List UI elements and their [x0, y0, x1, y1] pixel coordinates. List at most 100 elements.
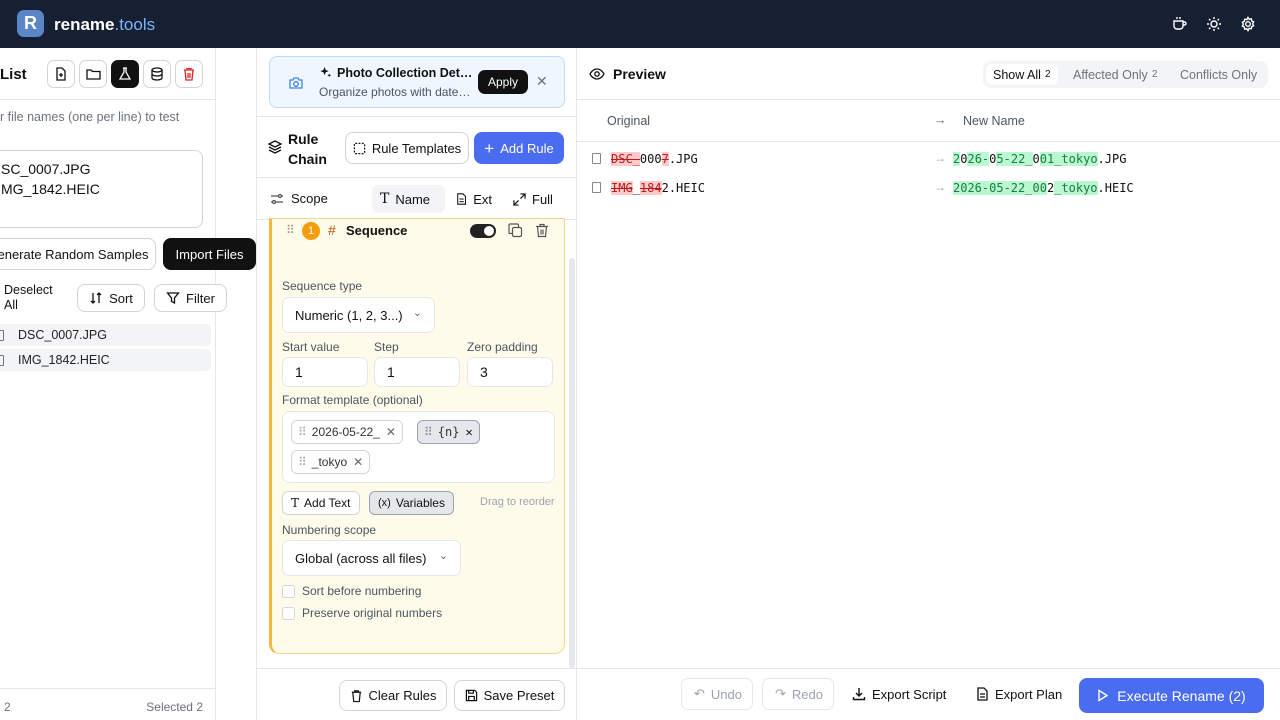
undo-button[interactable]: ↶ Undo — [681, 678, 753, 710]
clear-rules-button[interactable]: Clear Rules — [339, 680, 447, 711]
app-name-tld: .tools — [114, 15, 156, 34]
rule-enabled-toggle[interactable] — [470, 224, 496, 238]
selected-count: Selected 2 — [146, 700, 203, 714]
scope-name-label: Name — [395, 191, 431, 207]
export-plan-button[interactable]: Export Plan — [964, 678, 1074, 710]
removed-segment: 7 — [661, 152, 669, 166]
preserve-numbers-checkbox[interactable] — [282, 607, 295, 620]
format-template-label: Format template (optional) — [282, 393, 423, 407]
execute-rename-label: Execute Rename (2) — [1117, 687, 1246, 704]
sort-before-checkbox[interactable] — [282, 585, 295, 598]
preview-panel: Preview Show All 2 Affected Only 2 Conflic… — [577, 48, 1280, 720]
save-preset-button[interactable]: Save Preset — [454, 680, 565, 711]
text-type-icon: T — [380, 191, 390, 207]
banner-subtitle: Organize photos with date… — [319, 85, 471, 99]
deselect-label-2: All — [4, 298, 18, 312]
filter-icon — [166, 292, 180, 305]
template-variable-chip[interactable]: ⠿ {n} ✕ — [417, 420, 480, 444]
rule-templates-button[interactable]: Rule Templates — [345, 132, 469, 164]
remove-chip-icon[interactable]: ✕ — [353, 455, 363, 469]
deselect-all-button[interactable]: Deselect All — [4, 283, 53, 313]
template-chip[interactable]: ⠿ _tokyo ✕ — [291, 450, 371, 474]
redo-icon: ↷ — [775, 686, 786, 701]
generate-samples-label: enerate Random Samples — [0, 246, 149, 262]
test-mode-button[interactable] — [111, 60, 139, 88]
template-icon — [353, 142, 366, 154]
sort-button[interactable]: Sort — [77, 284, 145, 312]
file-list-footer: 2 Selected 2 — [0, 688, 216, 720]
remove-chip-icon[interactable]: ✕ — [465, 425, 472, 439]
drag-handle-icon: ⠿ — [298, 425, 307, 439]
filter-button[interactable]: Filter — [154, 284, 227, 312]
numbering-scope-select[interactable]: Global (across all files) ⌄ — [282, 540, 461, 576]
drag-handle-icon[interactable]: ⠿ — [286, 223, 295, 237]
add-rule-button[interactable]: + Add Rule — [474, 132, 564, 164]
sequence-type-select[interactable]: Numeric (1, 2, 3...) ⌄ — [282, 297, 435, 333]
new-name: 2026-05-22_001_tokyo.JPG — [953, 152, 1126, 166]
close-banner-icon[interactable]: ✕ — [536, 73, 548, 90]
preserve-numbers-label: Preserve original numbers — [302, 606, 443, 620]
filter-conflicts-only[interactable]: Conflicts Only — [1173, 64, 1264, 85]
app-name: rename.tools — [54, 15, 155, 35]
play-icon — [1098, 689, 1109, 702]
preview-row[interactable]: IMG_1842.HEIC → 2026-05-22_002_tokyo.HEIC — [577, 176, 1280, 202]
scope-full-tab[interactable]: Full — [505, 185, 561, 213]
file-icon — [0, 329, 4, 341]
preview-title: Preview — [613, 66, 666, 82]
drag-handle-icon: ⠿ — [424, 425, 433, 439]
filter-show-all[interactable]: Show All 2 — [986, 64, 1058, 85]
execute-rename-button[interactable]: Execute Rename (2) — [1079, 678, 1264, 713]
apply-preset-button[interactable]: Apply — [478, 70, 528, 94]
remove-chip-icon[interactable]: ✕ — [386, 425, 396, 439]
file-names-textarea[interactable]: SC_0007.JPG MG_1842.HEIC — [0, 150, 203, 228]
template-chip[interactable]: ⠿ 2026-05-22_ ✕ — [291, 420, 403, 444]
coffee-icon[interactable] — [1170, 14, 1190, 34]
arrow-right-icon: → — [934, 151, 946, 165]
variables-button[interactable]: (x) Variables — [369, 491, 454, 515]
scope-name-tab[interactable]: T Name — [372, 185, 445, 213]
file-plus-icon — [56, 67, 66, 81]
zero-padding-input[interactable]: 3 — [467, 357, 553, 387]
top-bar: R rename.tools — [0, 0, 1280, 48]
chip-text: _tokyo — [311, 455, 348, 469]
added-segment: _tokyo — [1054, 181, 1098, 195]
theme-sun-icon[interactable] — [1204, 14, 1224, 34]
format-template-box[interactable]: ⠿ 2026-05-22_ ✕ ⠿ {n} ✕ ⠿ _tokyo ✕ — [282, 411, 555, 483]
scope-ext-tab[interactable]: Ext — [448, 185, 500, 213]
preview-footer: ↶ Undo ↷ Redo Export Script Export Plan Ex… — [577, 668, 1280, 720]
preset-suggestion-banner: Photo Collection Det… Organize photos wi… — [269, 56, 565, 108]
arrow-right-icon: → — [934, 113, 947, 127]
preview-row[interactable]: DSC_0007.JPG → 2026-05-22_001_tokyo.JPG — [577, 147, 1280, 173]
filter-affected-only[interactable]: Affected Only 2 — [1066, 64, 1164, 85]
preview-header: Preview Show All 2 Affected Only 2 Conflic… — [577, 48, 1280, 100]
add-file-button[interactable] — [47, 60, 75, 88]
step-input[interactable]: 1 — [374, 357, 460, 387]
export-script-button[interactable]: Export Script — [840, 678, 958, 710]
added-segment: 5-22_ — [996, 152, 1033, 166]
new-name: 2026-05-22_002_tokyo.HEIC — [953, 181, 1134, 195]
export-script-label: Export Script — [872, 686, 947, 702]
rules-scrollbar[interactable] — [569, 258, 575, 668]
settings-gear-icon[interactable] — [1238, 14, 1258, 34]
import-files-button[interactable]: Import Files — [163, 238, 256, 270]
rule-chain-header: Rule Chain Rule Templates + Add Rule — [257, 116, 576, 178]
delete-rule-icon[interactable] — [535, 223, 549, 238]
duplicate-icon[interactable] — [508, 223, 523, 238]
clear-list-button[interactable] — [175, 60, 203, 88]
sequence-type-label: Sequence type — [282, 279, 363, 293]
layers-icon — [268, 140, 282, 154]
file-list-item[interactable]: IMG_1842.HEIC — [0, 349, 211, 371]
removed-segment: 184 — [639, 181, 662, 195]
database-button[interactable] — [143, 60, 171, 88]
app-logo: R — [17, 10, 44, 37]
open-folder-button[interactable] — [79, 60, 107, 88]
scope-full-label: Full — [532, 191, 553, 207]
sort-label: Sort — [109, 290, 133, 306]
generate-samples-button[interactable]: enerate Random Samples — [0, 238, 156, 270]
start-value-input[interactable]: 1 — [282, 357, 368, 387]
add-text-button[interactable]: T Add Text — [282, 491, 360, 515]
redo-button[interactable]: ↷ Redo — [762, 678, 834, 710]
arrow-right-icon: → — [934, 180, 946, 194]
document-icon — [977, 687, 988, 701]
file-list-item[interactable]: DSC_0007.JPG — [0, 324, 211, 346]
